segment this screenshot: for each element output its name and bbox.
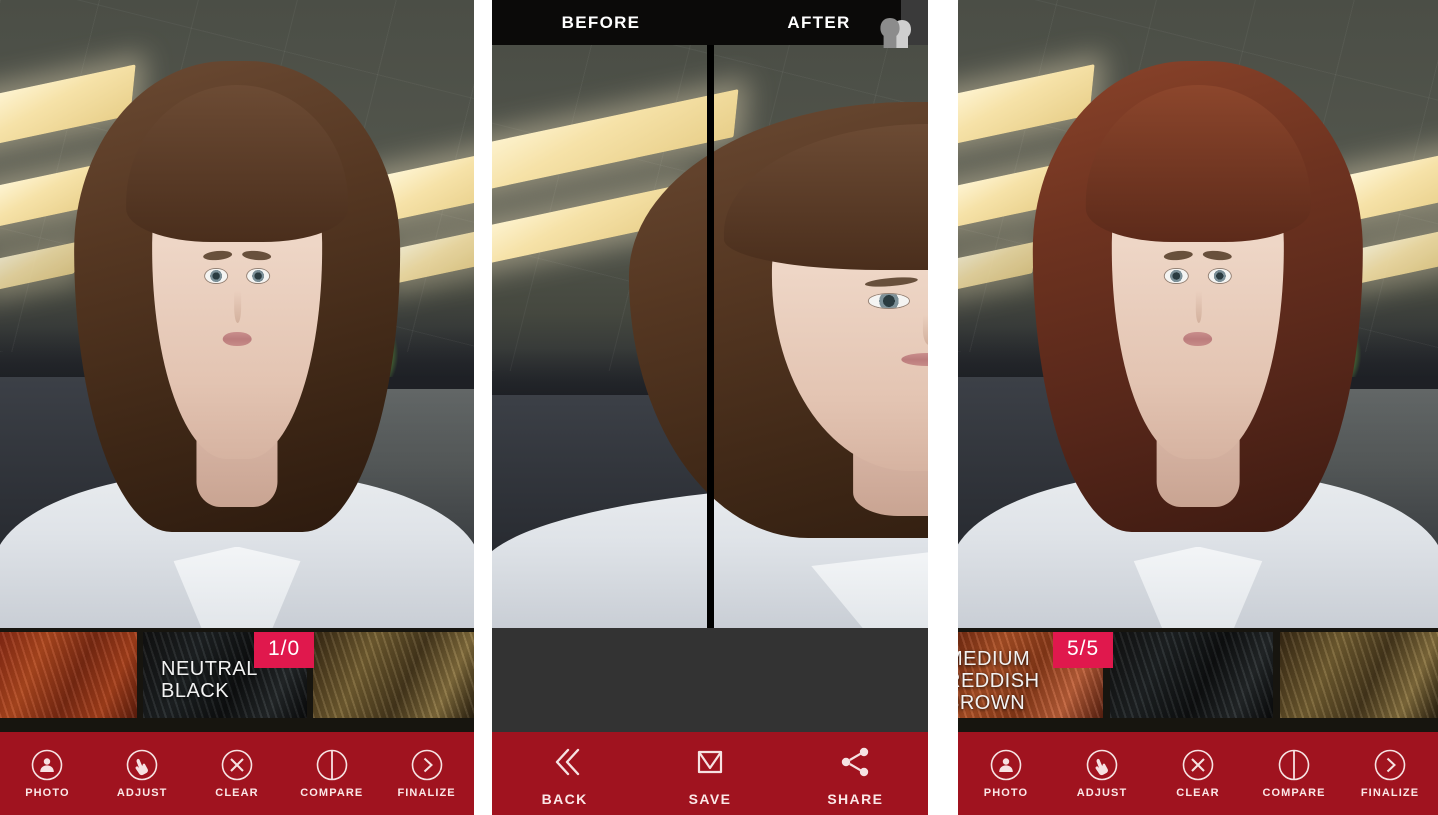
photo-button[interactable]: PHOTO	[2, 748, 92, 799]
swatch-shade-code-badge: 5/5	[1053, 632, 1113, 668]
eye-left	[869, 294, 910, 308]
back-chevrons-icon	[542, 741, 588, 783]
clear-button[interactable]: CLEAR	[1152, 748, 1243, 799]
eyebrow-left	[203, 250, 233, 262]
shade-swatch-brown[interactable]	[313, 632, 474, 718]
back-button-label: BACK	[542, 791, 588, 807]
swatch-texture	[0, 632, 137, 718]
panel-editor-after: MEDIUM REDDISH BROWN 5/5 PHOTO ADJU	[958, 0, 1438, 815]
shade-swatch-strip-right[interactable]: MEDIUM REDDISH BROWN 5/5	[958, 628, 1438, 732]
three-panel-screenshot-collage: NEUTRAL BLACK 1/0 PHOTO ADJUST	[0, 0, 1438, 815]
compare-button-label: COMPARE	[1262, 787, 1325, 799]
before-label: BEFORE	[492, 0, 710, 45]
lips	[223, 332, 252, 347]
share-nodes-icon	[832, 741, 878, 783]
swatch-texture	[1110, 632, 1273, 718]
panel-editor-before: NEUTRAL BLACK 1/0 PHOTO ADJUST	[0, 0, 474, 815]
clear-button-label: CLEAR	[215, 787, 258, 799]
swatch-label: MEDIUM REDDISH BROWN	[958, 648, 1040, 714]
swatch-texture	[1280, 632, 1438, 718]
eye-right	[1208, 269, 1230, 284]
eyebrow-right	[1203, 250, 1233, 262]
save-download-icon	[687, 741, 733, 783]
clear-button-label: CLEAR	[1176, 787, 1219, 799]
finalize-button[interactable]: FINALIZE	[1344, 748, 1435, 799]
eyebrow-left	[865, 276, 919, 289]
share-button-label: SHARE	[827, 791, 883, 807]
compare-button[interactable]: COMPARE	[1248, 748, 1339, 799]
shade-swatch-auburn[interactable]	[0, 632, 137, 718]
eye-left	[1165, 269, 1187, 284]
editor-toolbar-right: PHOTO ADJUST CLEAR COMPARE	[958, 732, 1438, 815]
before-after-header: BEFORE AFTER	[492, 0, 928, 45]
shade-swatch-black[interactable]	[1110, 632, 1273, 718]
shade-swatch-strip-left[interactable]: NEUTRAL BLACK 1/0	[0, 628, 474, 732]
lips	[901, 353, 928, 367]
compare-button-label: COMPARE	[300, 787, 363, 799]
editor-toolbar-left: PHOTO ADJUST CLEAR COMPARE	[0, 732, 474, 815]
clear-icon	[220, 748, 254, 782]
nose	[923, 315, 928, 344]
photo-button-label: PHOTO	[25, 787, 69, 799]
photo-button-label: PHOTO	[984, 787, 1028, 799]
photo-preview-right[interactable]	[958, 0, 1438, 628]
adjust-icon	[125, 748, 159, 782]
finalize-button-label: FINALIZE	[1361, 787, 1419, 799]
shade-swatch-brown[interactable]	[1280, 632, 1438, 718]
two-heads-compare-icon[interactable]	[872, 12, 920, 56]
empty-gray-tray	[492, 628, 928, 732]
back-button[interactable]: BACK	[499, 741, 630, 807]
lips	[1183, 332, 1212, 347]
eye-right	[247, 269, 269, 284]
adjust-button[interactable]: ADJUST	[97, 748, 187, 799]
share-button[interactable]: SHARE	[790, 741, 921, 807]
compare-button[interactable]: COMPARE	[287, 748, 377, 799]
before-after-toolbar: BACK SAVE SHARE	[492, 732, 928, 815]
adjust-button-label: ADJUST	[117, 787, 168, 799]
finalize-icon	[410, 748, 444, 782]
photo-icon	[989, 748, 1023, 782]
nose	[1195, 291, 1202, 322]
swatch-texture	[313, 632, 474, 718]
finalize-icon	[1373, 748, 1407, 782]
panel-before-after: BEFORE AFTER	[492, 0, 928, 815]
swatch-label: NEUTRAL BLACK	[161, 658, 258, 702]
nose	[234, 291, 241, 322]
swatch-shade-code-badge: 1/0	[254, 632, 314, 668]
clear-icon	[1181, 748, 1215, 782]
photo-preview-left[interactable]	[0, 0, 474, 628]
adjust-button[interactable]: ADJUST	[1056, 748, 1147, 799]
save-button-label: SAVE	[689, 791, 732, 807]
photo-icon	[30, 748, 64, 782]
clear-button[interactable]: CLEAR	[192, 748, 282, 799]
compare-icon	[315, 748, 349, 782]
eye-left	[205, 269, 227, 284]
eyebrow-left	[1163, 250, 1193, 262]
finalize-button[interactable]: FINALIZE	[382, 748, 472, 799]
adjust-button-label: ADJUST	[1077, 787, 1128, 799]
subject-portrait	[1011, 25, 1385, 628]
subject-portrait-before	[588, 68, 928, 628]
save-button[interactable]: SAVE	[645, 741, 776, 807]
photo-button[interactable]: PHOTO	[960, 748, 1051, 799]
compare-icon	[1277, 748, 1311, 782]
eyebrow-right	[242, 250, 272, 262]
before-after-split-divider[interactable]	[707, 45, 714, 628]
adjust-icon	[1085, 748, 1119, 782]
subject-portrait	[52, 25, 422, 628]
finalize-button-label: FINALIZE	[397, 787, 455, 799]
